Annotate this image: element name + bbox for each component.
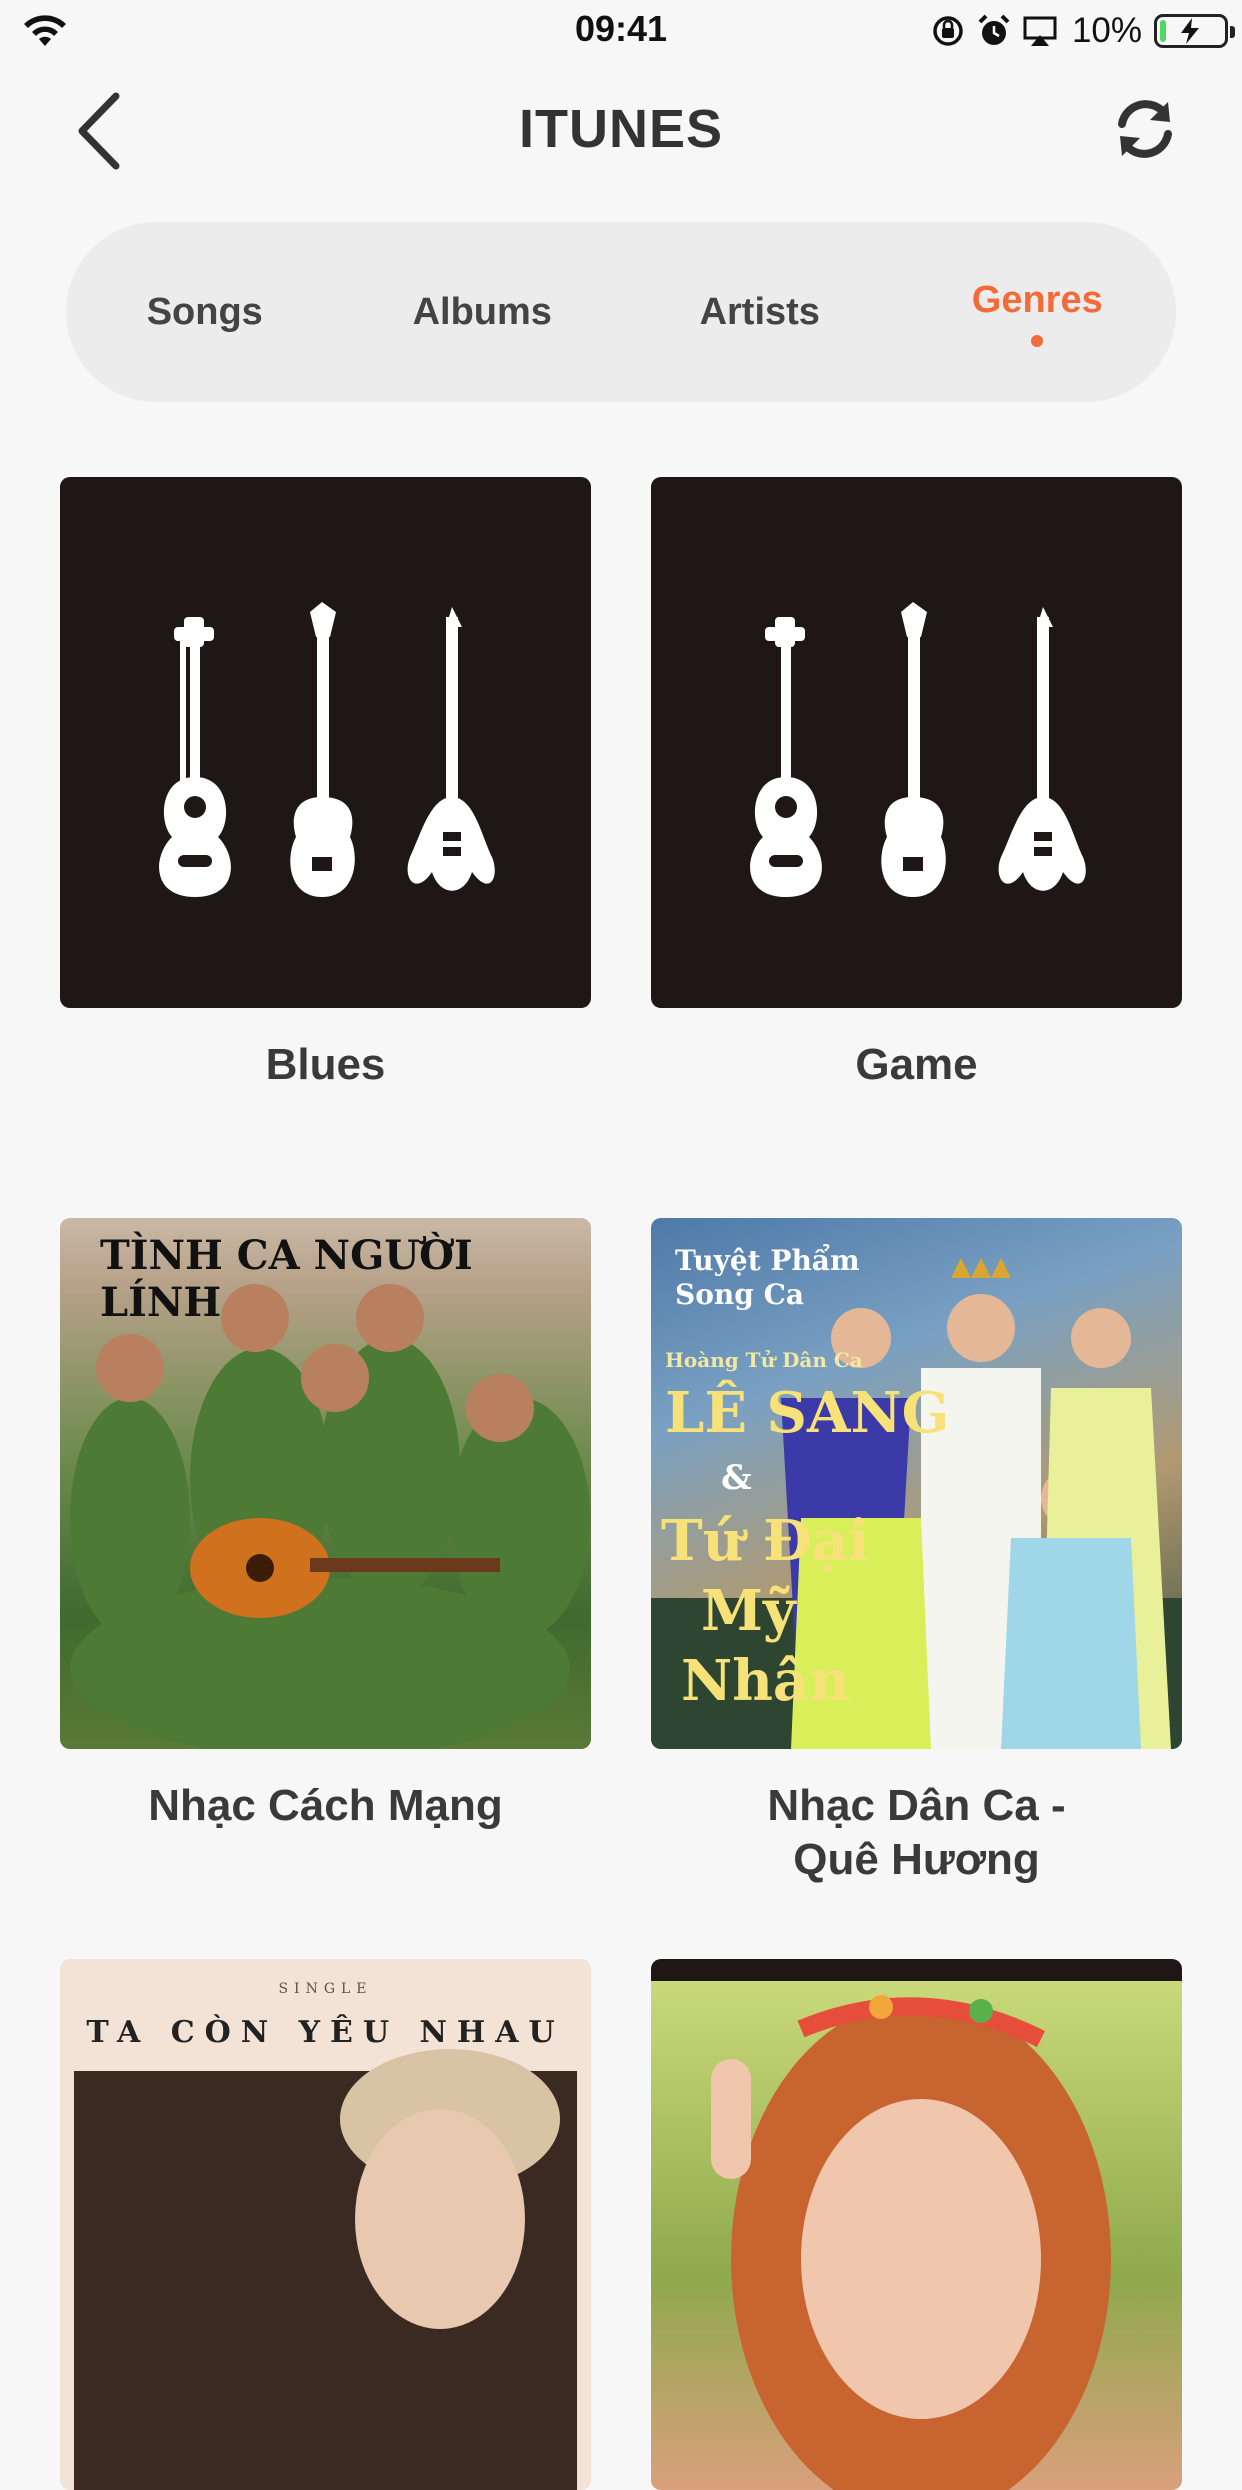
guitars-icon <box>159 602 495 897</box>
page-title: ITUNES <box>518 99 724 159</box>
genre-name: Nhạc Cách Mạng <box>148 1781 503 1830</box>
tab-albums[interactable]: Albums <box>344 291 622 334</box>
refresh-icon[interactable] <box>1110 94 1180 164</box>
tab-artists[interactable]: Artists <box>621 291 899 334</box>
singer-photo <box>74 2049 577 2490</box>
cover-title: Tuyệt Phẩm Song Ca <box>675 1244 860 1311</box>
soldiers-image <box>70 1284 590 1749</box>
tab-genres[interactable]: Genres <box>899 278 1177 347</box>
battery-charging-icon <box>1154 14 1235 48</box>
genre-card-game[interactable]: Game <box>651 477 1182 1092</box>
alarm-icon <box>978 14 1010 45</box>
genre-card-single[interactable]: SINGLE TA CÒN YÊU NHAU <box>60 1959 591 2490</box>
status-bar: 09:41 10% <box>0 0 1242 62</box>
genre-name: Nhạc Dân Ca - Quê Hương <box>767 1781 1066 1884</box>
active-tab-indicator <box>1031 334 1044 347</box>
chevron-left-icon[interactable] <box>68 88 138 174</box>
genre-name: Game <box>855 1040 978 1089</box>
genre-card-blues[interactable]: Blues <box>60 477 591 1092</box>
genre-card-nhac-cach-mang[interactable]: TÌNH CA NGƯỜI LÍNH Nhạc Cách Mạng <box>60 1218 591 1833</box>
segmented-tabs: Songs Albums Artists Genres <box>66 222 1176 402</box>
genre-cover: Tuyệt Phẩm Song Ca Hoàng Tử Dân Ca LÊ SA… <box>651 1218 1182 1749</box>
tab-songs[interactable]: Songs <box>66 291 344 334</box>
orientation-lock-icon <box>933 16 963 46</box>
airplay-icon <box>1023 16 1057 46</box>
genre-cover <box>651 477 1182 1008</box>
genre-card-nhac-dan-ca[interactable]: Tuyệt Phẩm Song Ca Hoàng Tử Dân Ca LÊ SA… <box>651 1218 1182 1887</box>
genre-cover: TÌNH CA NGƯỜI LÍNH <box>60 1218 591 1749</box>
genre-cover <box>60 477 591 1008</box>
genre-cover <box>651 1959 1182 2490</box>
genre-card-portrait[interactable] <box>651 1959 1182 2490</box>
tab-genres-label: Genres <box>971 278 1103 321</box>
battery-percent: 10% <box>1071 11 1142 50</box>
nav-header: ITUNES <box>0 80 1242 180</box>
guitars-icon <box>750 602 1086 897</box>
genre-name: Blues <box>265 1040 386 1089</box>
genre-cover: SINGLE TA CÒN YÊU NHAU <box>60 1959 591 2490</box>
singer-photo <box>711 1995 1111 2490</box>
